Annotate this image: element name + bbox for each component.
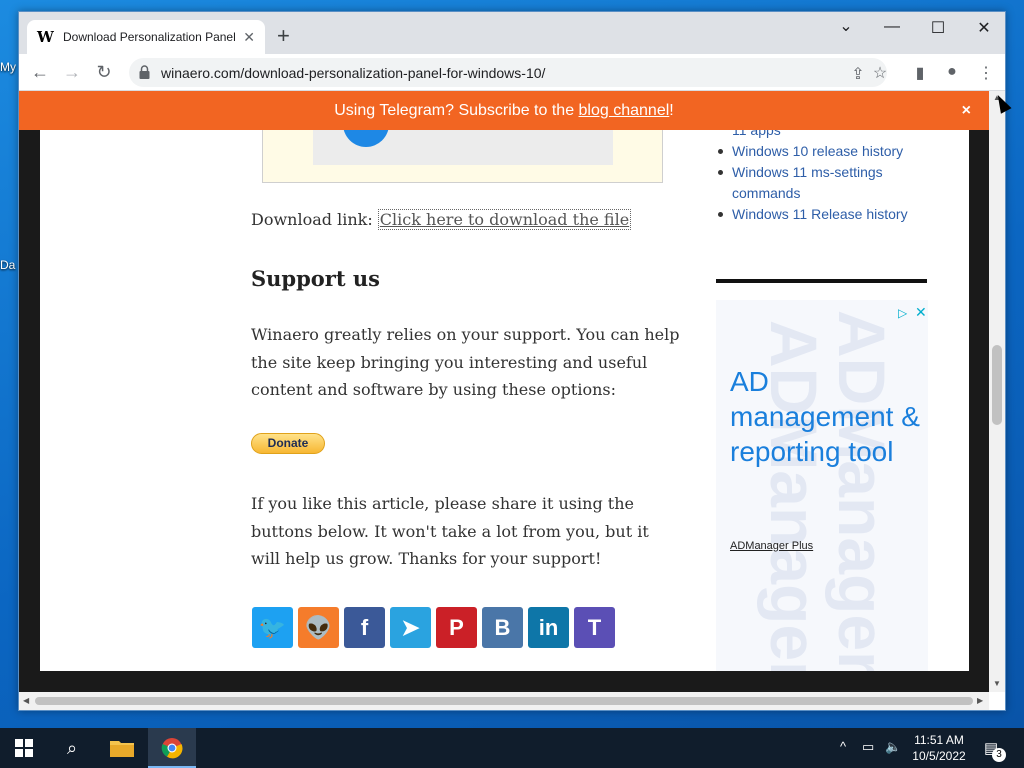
adchoices-icon[interactable]: ▷	[898, 306, 907, 320]
winaero-favicon-icon: W	[37, 28, 54, 46]
taskbar: ⌕ ^ ▭ 🔈 11:51 AM 10/5/2022 ▤	[0, 728, 1024, 768]
horizontal-scroll-thumb[interactable]	[35, 697, 973, 705]
back-button[interactable]: ←	[29, 62, 51, 82]
facebook-share-button[interactable]: f	[344, 607, 385, 648]
support-paragraph: Winaero greatly relies on your support. …	[251, 325, 680, 399]
donate-button[interactable]: Donate	[251, 433, 325, 454]
horizontal-scrollbar[interactable]: ◀ ▶	[19, 692, 989, 710]
banner-close-icon[interactable]: ×	[962, 91, 971, 130]
tab-search-icon[interactable]: ⌄	[831, 16, 861, 36]
support-heading: Support us	[251, 266, 380, 291]
volume-icon[interactable]: 🔈	[885, 739, 901, 755]
ad-close-icon[interactable]: ✕	[915, 304, 927, 321]
sidebar-link[interactable]: Windows 11 ms-settings commands	[716, 162, 927, 204]
vertical-scroll-thumb[interactable]	[992, 345, 1002, 425]
reddit-share-button[interactable]: 👽	[298, 607, 339, 648]
twitter-share-button[interactable]: 🐦	[252, 607, 293, 648]
teams-share-button[interactable]: T	[574, 607, 615, 648]
side-panel-icon[interactable]: ▮	[909, 63, 931, 83]
menu-kebab-icon[interactable]: ⋮	[975, 63, 997, 83]
chrome-taskbar-button[interactable]	[148, 728, 196, 768]
start-button[interactable]	[0, 728, 48, 768]
folder-icon	[110, 741, 134, 757]
chrome-icon	[161, 738, 183, 759]
clock-time: 11:51 AM	[914, 733, 964, 747]
vertical-scrollbar[interactable]: ▲ ▼	[989, 91, 1005, 692]
windows-logo-icon	[15, 739, 33, 757]
browser-tab[interactable]: W Download Personalization Panel f ✕	[27, 20, 265, 54]
vkontakte-share-button[interactable]: B	[482, 607, 523, 648]
screenshot-image	[262, 130, 663, 183]
tab-close-icon[interactable]: ✕	[243, 29, 255, 46]
download-label: Download link:	[251, 210, 378, 229]
notification-count-badge: 3	[992, 748, 1006, 762]
ad-headline[interactable]: AD management & reporting tool	[730, 364, 920, 469]
sidebar-link-list: Windows 10 release history Windows 11 ms…	[716, 141, 927, 225]
banner-text: Using Telegram? Subscribe to the	[334, 102, 579, 119]
ad-brand[interactable]: ADManager Plus	[730, 540, 813, 552]
new-tab-button[interactable]: +	[277, 25, 290, 47]
pinterest-share-button[interactable]: P	[436, 607, 477, 648]
telegram-share-button[interactable]: ➤	[390, 607, 431, 648]
browser-toolbar: ← → ↻ winaero.com/download-personalizati…	[19, 54, 1005, 91]
close-window-button[interactable]: ✕	[969, 18, 999, 38]
banner-link[interactable]: blog channel	[579, 102, 670, 119]
sidebar-divider	[716, 279, 927, 283]
page-viewport: Download link: Click here to download th…	[19, 130, 989, 692]
linkedin-share-button[interactable]: in	[528, 607, 569, 648]
share-paragraph: If you like this article, please share i…	[251, 494, 649, 568]
url-text[interactable]: winaero.com/download-personalization-pan…	[161, 65, 545, 81]
banner-suffix: !	[669, 102, 674, 119]
scroll-down-arrow-icon[interactable]: ▼	[993, 679, 1001, 688]
download-line: Download link: Click here to download th…	[251, 209, 632, 230]
bookmark-star-icon[interactable]: ☆	[869, 63, 891, 83]
maximize-button[interactable]: ☐	[923, 18, 953, 38]
scroll-right-arrow-icon[interactable]: ▶	[977, 696, 983, 705]
forward-button[interactable]: →	[61, 62, 83, 82]
tray-chevron-icon[interactable]: ^	[840, 739, 846, 754]
lock-icon	[139, 65, 150, 79]
sidebar-link[interactable]: Windows 11 Release history	[716, 204, 927, 225]
desktop-icon-label[interactable]: Da	[0, 258, 15, 272]
scroll-left-arrow-icon[interactable]: ◀	[23, 696, 29, 705]
minimize-button[interactable]: —	[877, 18, 907, 36]
page-content: Download link: Click here to download th…	[40, 130, 969, 671]
telegram-banner: Using Telegram? Subscribe to the blog ch…	[19, 91, 989, 130]
clock-date: 10/5/2022	[912, 749, 966, 763]
download-link[interactable]: Click here to download the file	[377, 209, 632, 230]
reload-button[interactable]: ↻	[93, 62, 115, 82]
clock[interactable]: 11:51 AM 10/5/2022	[906, 732, 972, 764]
search-icon[interactable]: ⌕	[48, 728, 96, 768]
file-explorer-icon[interactable]	[98, 728, 146, 768]
tab-title: Download Personalization Panel f	[63, 30, 238, 44]
address-bar[interactable]: winaero.com/download-personalization-pan…	[129, 58, 887, 87]
sidebar-link-partial[interactable]: 11 apps	[716, 130, 927, 141]
advertisement[interactable]: ADManager P ADManager P ▷ ✕ AD managemen…	[716, 300, 928, 671]
browser-window: W Download Personalization Panel f ✕ + ⌄…	[18, 11, 1006, 711]
share-icon[interactable]: ⇪	[847, 64, 869, 84]
profile-avatar-icon[interactable]: ●	[941, 63, 963, 81]
desktop-icon-label[interactable]: My	[0, 60, 16, 74]
share-buttons: 🐦 👽 f ➤ P Bin T	[252, 607, 615, 648]
network-icon[interactable]: ▭	[862, 739, 874, 755]
sidebar-link[interactable]: Windows 10 release history	[716, 141, 927, 162]
tab-strip: W Download Personalization Panel f ✕ + ⌄…	[19, 12, 1005, 54]
sidebar: 11 apps Windows 10 release history Windo…	[716, 130, 927, 225]
